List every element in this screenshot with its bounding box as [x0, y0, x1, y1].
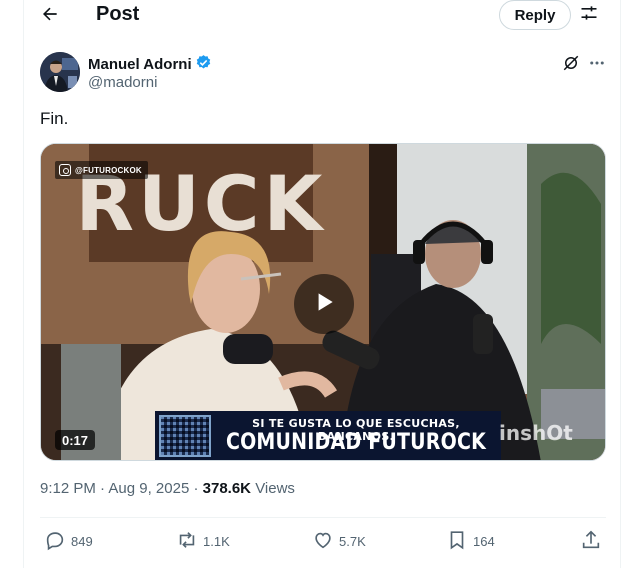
- page-title: Post: [96, 3, 140, 25]
- instagram-icon: [59, 164, 71, 176]
- post-time[interactable]: 9:12 PM: [40, 480, 96, 497]
- grok-button[interactable]: [560, 54, 582, 76]
- video-banner: SI TE GUSTA LO QUE ESCUCHAS, BANCANOS. C…: [155, 411, 501, 460]
- post-meta: 9:12 PM · Aug 9, 2025 · 378.6K Views: [40, 480, 295, 497]
- like-action[interactable]: 5.7K: [312, 528, 366, 554]
- bookmark-action[interactable]: 164: [446, 528, 495, 554]
- author-name[interactable]: Manuel Adorni: [88, 54, 212, 75]
- divider: [40, 517, 606, 518]
- comment-icon: [44, 529, 66, 554]
- post-author: Manuel Adorni @madorni: [40, 52, 604, 94]
- reply-count: 849: [71, 533, 93, 549]
- share-action[interactable]: [580, 528, 602, 554]
- qr-code: [159, 415, 211, 457]
- meta-separator: ·: [193, 480, 199, 497]
- author-name-text: Manuel Adorni: [88, 56, 192, 73]
- like-count: 5.7K: [339, 533, 366, 549]
- editor-watermark: inshOt: [499, 421, 573, 445]
- views-label: Views: [255, 480, 295, 497]
- video-player[interactable]: RUCK @FUTUROCKOK SI TE GUSTA LO QUE ESCU…: [40, 143, 606, 461]
- action-bar: 849 1.1K 5.7K 164: [40, 528, 606, 554]
- heart-icon: [312, 529, 334, 554]
- post-text: Fin.: [40, 109, 69, 128]
- bookmark-icon: [446, 529, 468, 554]
- sliders-icon: [579, 3, 599, 28]
- more-horizontal-icon: [588, 54, 606, 77]
- author-handle[interactable]: @madorni: [88, 74, 157, 91]
- banner-title: COMUNIDAD FUTUROCK: [225, 429, 487, 455]
- repost-action[interactable]: 1.1K: [176, 528, 230, 554]
- watermark-text: @FUTUROCKOK: [75, 165, 142, 175]
- post-date[interactable]: Aug 9, 2025: [108, 480, 189, 497]
- bookmark-count: 164: [473, 533, 495, 549]
- post-header: Post Reply: [24, 0, 608, 30]
- grok-icon: [562, 54, 580, 77]
- repost-count: 1.1K: [203, 533, 230, 549]
- repost-icon: [176, 529, 198, 554]
- verified-badge-icon: [195, 54, 212, 75]
- arrow-left-icon: [40, 4, 60, 29]
- meta-separator: ·: [100, 480, 106, 497]
- reply-button[interactable]: Reply: [499, 0, 571, 30]
- channel-watermark: @FUTUROCKOK: [55, 161, 148, 179]
- avatar[interactable]: [40, 52, 80, 92]
- more-button[interactable]: [586, 54, 608, 76]
- play-button[interactable]: [294, 274, 354, 334]
- share-icon: [580, 529, 602, 554]
- column-border-right: [620, 0, 621, 568]
- tune-button[interactable]: [577, 3, 601, 27]
- reply-action[interactable]: 849: [44, 528, 93, 554]
- video-duration: 0:17: [55, 430, 96, 450]
- play-icon: [311, 289, 337, 320]
- back-button[interactable]: [38, 4, 62, 28]
- column-border-left: [23, 0, 24, 568]
- views-count: 378.6K: [202, 480, 252, 497]
